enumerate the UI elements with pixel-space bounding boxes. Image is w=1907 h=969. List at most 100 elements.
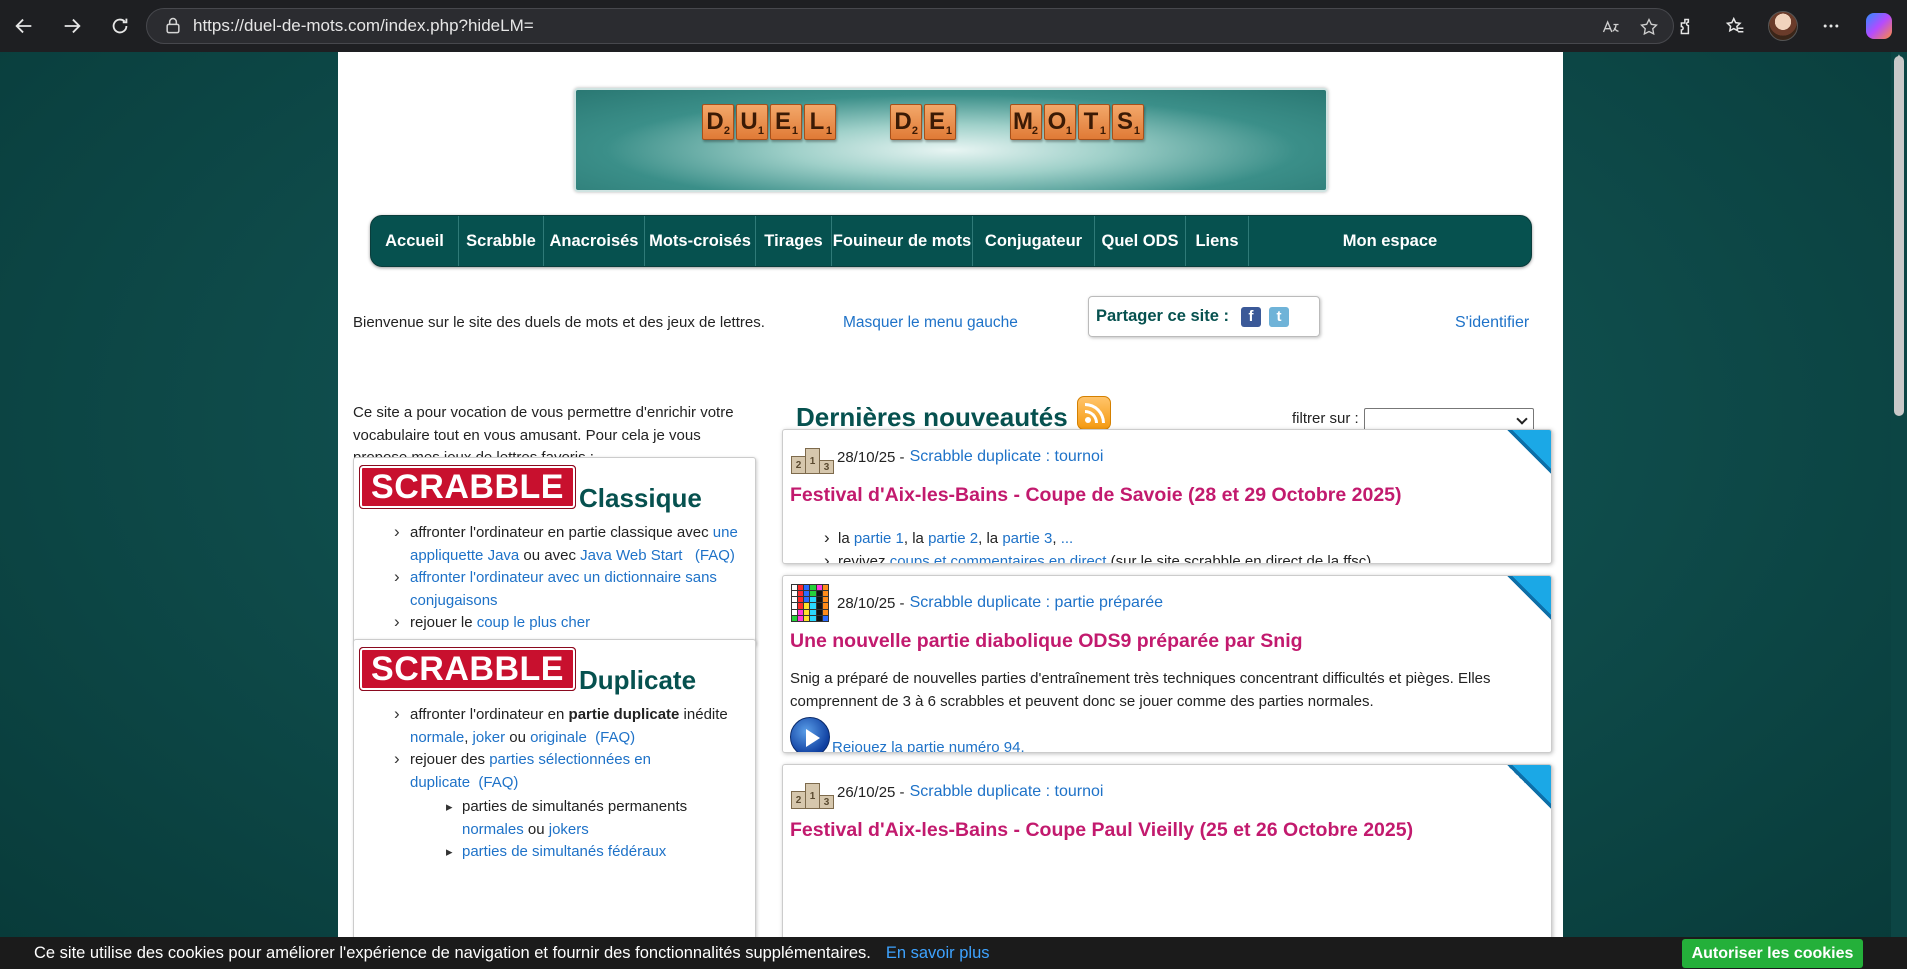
browser-toolbar: https://duel-de-mots.com/index.php?hideL… <box>0 0 1907 52</box>
news-category-link[interactable]: Scrabble duplicate : tournoi <box>910 783 1104 801</box>
item-text: la <box>838 530 854 547</box>
game-title-classique: Classique <box>579 483 702 513</box>
menu-item-scrabble[interactable]: Scrabble <box>459 216 544 266</box>
list-item: affronter l'ordinateur en partie duplica… <box>394 703 743 749</box>
scrabble-logo[interactable]: SCRABBLE <box>359 647 576 691</box>
duplicate-normal-link[interactable]: normale <box>410 729 464 746</box>
back-arrow-icon[interactable] <box>2 4 46 48</box>
news-date: 26/10/25 - <box>837 783 905 801</box>
cookie-learn-more-link[interactable]: En savoir plus <box>886 944 990 963</box>
menu-item-conjugateur[interactable]: Conjugateur <box>973 216 1095 266</box>
no-conjugation-dictionary-link[interactable]: affronter l'ordinateur avec un dictionna… <box>410 569 717 609</box>
forward-arrow-icon[interactable] <box>50 4 94 48</box>
duplicate-original-link[interactable]: originale <box>530 729 587 746</box>
corner-ribbon-icon <box>1507 576 1551 620</box>
menu-item-fouineur-de-mots[interactable]: Fouineur de mots <box>832 216 973 266</box>
menu-item-quel-ods[interactable]: Quel ODS <box>1095 216 1186 266</box>
extensions-icon[interactable] <box>1665 4 1709 48</box>
letter-tile: E1 <box>924 104 956 140</box>
twitter-icon[interactable]: t <box>1268 306 1289 327</box>
filter-select[interactable] <box>1364 408 1534 431</box>
highest-move-link[interactable]: coup le plus cher <box>477 614 590 631</box>
news-card: 28/10/25 - Scrabble duplicate : partie p… <box>782 575 1552 753</box>
item-text: , la <box>903 530 929 547</box>
scrollbar-thumb[interactable] <box>1894 56 1904 416</box>
item-text: parties de simultanés permanents <box>462 798 688 815</box>
address-bar[interactable]: https://duel-de-mots.com/index.php?hideL… <box>146 8 1674 44</box>
item-text: , la <box>978 530 1003 547</box>
permanent-normal-link[interactable]: normales <box>462 821 524 838</box>
federal-simultaneous-link[interactable]: parties de simultanés fédéraux <box>462 843 666 860</box>
copilot-icon[interactable] <box>1857 4 1901 48</box>
scrabble-logo[interactable]: SCRABBLE <box>359 465 576 509</box>
avatar <box>1768 11 1798 41</box>
favorite-star-icon[interactable] <box>1637 15 1661 39</box>
profile-avatar[interactable] <box>1761 4 1805 48</box>
favorites-icon[interactable] <box>1713 4 1757 48</box>
item-text: , <box>1052 530 1061 547</box>
item-text: ou <box>505 728 531 746</box>
news-category-link[interactable]: Scrabble duplicate : tournoi <box>910 448 1104 466</box>
news-headline-link[interactable]: Festival d'Aix-les-Bains - Coupe de Savo… <box>783 476 1551 507</box>
menu-item-anacrois-s[interactable]: Anacroisés <box>544 216 645 266</box>
part-2-link[interactable]: partie 2 <box>928 530 978 547</box>
news-headline-link[interactable]: Une nouvelle partie diabolique ODS9 prép… <box>783 622 1551 653</box>
menu-item-tirages[interactable]: Tirages <box>756 216 832 266</box>
corner-ribbon-icon <box>1507 430 1551 474</box>
news-date: 28/10/25 - <box>837 448 905 466</box>
share-box: Partager ce site : f t <box>1088 296 1320 337</box>
letter-tile: L1 <box>804 104 836 140</box>
replay-game-link[interactable]: Rejouez la partie numéro 94. <box>832 736 1025 752</box>
page-content: D2U1E1L1D2E1M2O1T1S1 Accueil Scrabble Anac… <box>338 52 1563 969</box>
read-aloud-icon[interactable] <box>1599 15 1623 39</box>
news-headline-link[interactable]: Festival d'Aix-les-Bains - Coupe Paul Vi… <box>783 811 1551 842</box>
java-web-start-link[interactable]: Java Web Start <box>580 547 682 564</box>
part-3-link[interactable]: partie 3 <box>1002 530 1052 547</box>
faq-link[interactable]: (FAQ) <box>595 729 635 746</box>
accept-cookies-button[interactable]: Autoriser les cookies <box>1682 939 1863 968</box>
corner-ribbon-icon <box>1507 765 1551 809</box>
menu-item-liens[interactable]: Liens <box>1186 216 1249 266</box>
banner-tiles: D2U1E1L1D2E1M2O1T1S1 <box>702 104 1146 140</box>
news-card: 1 2 3 28/10/25 - Scrabble duplicate : to… <box>782 429 1552 564</box>
filter-label: filtrer sur : <box>1292 410 1359 427</box>
list-item: la partie 1, la partie 2, la partie 3, .… <box>824 526 1539 550</box>
live-commentary-link[interactable]: coups et commentaires en direct <box>890 553 1107 563</box>
more-parts-link[interactable]: ... <box>1061 530 1074 547</box>
game-title-duplicate: Duplicate <box>579 665 697 695</box>
login-link[interactable]: S'identifier <box>1455 314 1529 332</box>
faq-link[interactable]: (FAQ) <box>478 774 518 791</box>
reload-icon[interactable] <box>98 4 142 48</box>
menu-item-mon-espace[interactable]: Mon espace <box>1249 216 1531 266</box>
list-item: rejouer le coup le plus cher <box>394 611 743 635</box>
news-date: 28/10/25 - <box>837 594 905 612</box>
duplicate-joker-link[interactable]: joker <box>473 729 506 746</box>
news-category-link[interactable]: Scrabble duplicate : partie préparée <box>910 594 1164 612</box>
part-1-link[interactable]: partie 1 <box>854 530 904 547</box>
rss-feed-icon[interactable] <box>1077 396 1111 430</box>
facebook-icon[interactable]: f <box>1240 306 1261 327</box>
item-text: (sur le site scrabble en direct de la ff… <box>1106 553 1372 564</box>
play-icon[interactable] <box>790 717 830 752</box>
letter-tile: M2 <box>1010 104 1042 140</box>
list-item: rejouer des parties sélectionnées en dup… <box>394 748 743 864</box>
letter-tile: D2 <box>890 104 922 140</box>
letter-tile: E1 <box>770 104 802 140</box>
url-text[interactable]: https://duel-de-mots.com/index.php?hideL… <box>193 16 534 36</box>
hide-left-menu-link[interactable]: Masquer le menu gauche <box>843 314 1018 332</box>
page-scrollbar[interactable]: ▲ <box>1891 52 1907 969</box>
menu-item-mots-crois-s[interactable]: Mots-croisés <box>645 216 756 266</box>
scrabble-duplicate-box: SCRABBLE Duplicate affronter l'ordinateu… <box>353 639 756 969</box>
podium-icon: 1 2 3 <box>791 773 835 811</box>
menu-item-accueil[interactable]: Accueil <box>371 216 459 266</box>
permanent-joker-link[interactable]: jokers <box>549 821 589 838</box>
site-banner[interactable]: D2U1E1L1D2E1M2O1T1S1 <box>574 88 1328 192</box>
letter-tile: S1 <box>1112 104 1144 140</box>
more-options-icon[interactable] <box>1809 4 1853 48</box>
list-item: revivez coups et commentaires en direct … <box>824 549 1539 564</box>
letter-tile: D2 <box>702 104 734 140</box>
site-info-icon[interactable] <box>163 16 183 36</box>
sub-list-item: parties de simultanés fédéraux <box>446 841 743 864</box>
faq-link[interactable]: (FAQ) <box>695 547 735 564</box>
main-menu: Accueil Scrabble Anacroisés Mots-croisés Tir… <box>370 215 1532 267</box>
